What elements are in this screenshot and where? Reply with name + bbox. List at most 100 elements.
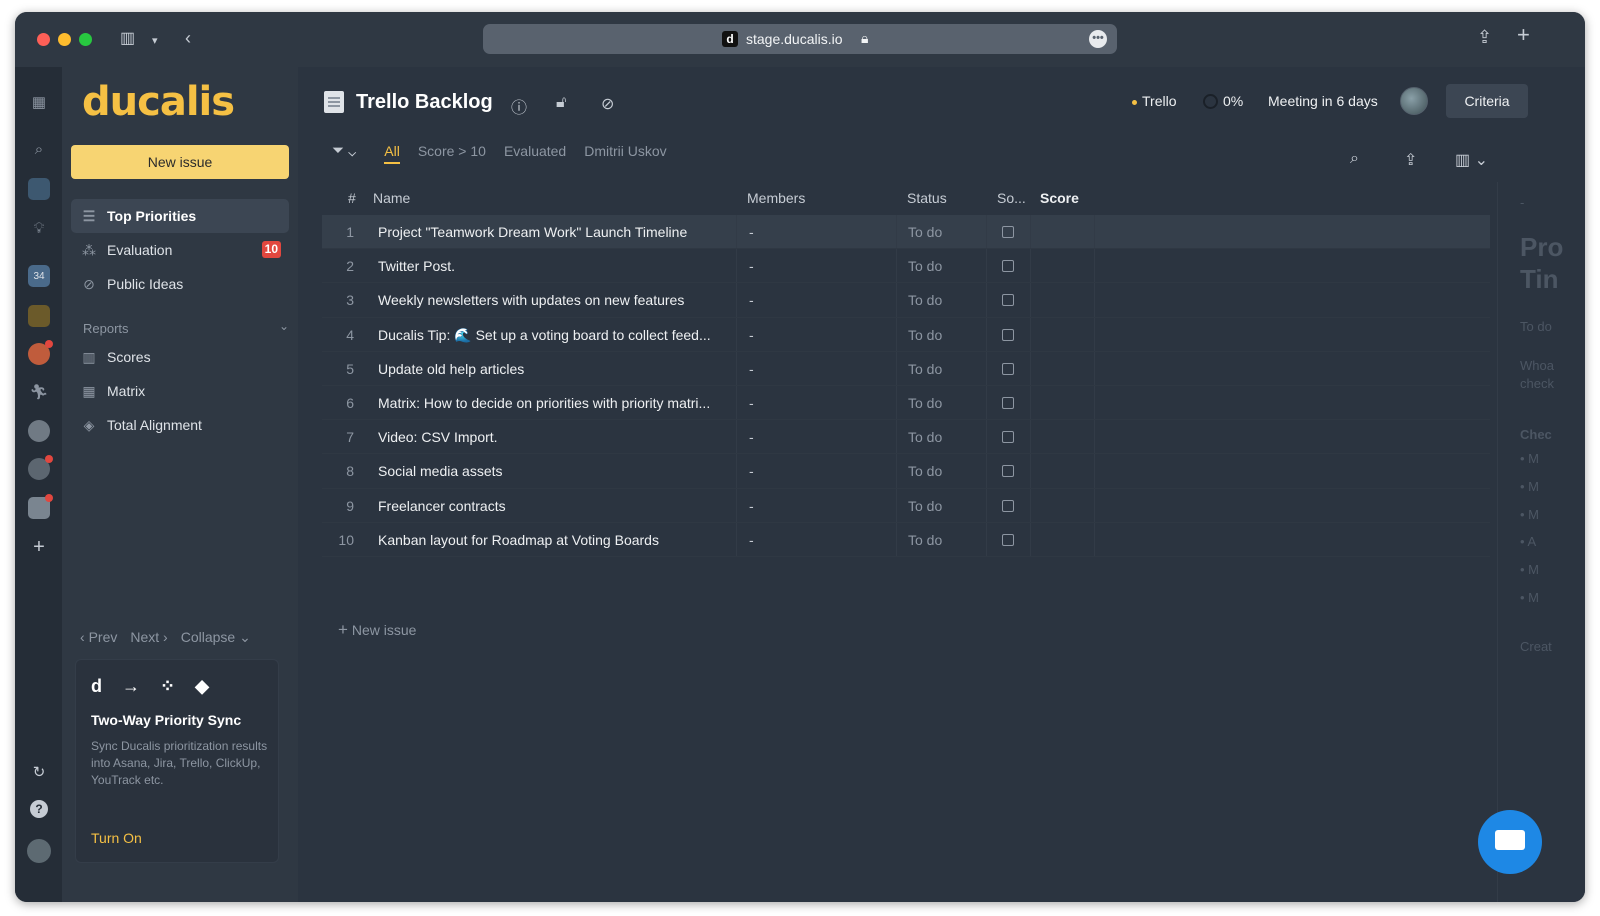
next-button[interactable]: Next › <box>130 629 167 646</box>
board-avatar-active[interactable] <box>28 494 53 519</box>
prev-button[interactable]: ‹ Prev <box>80 629 117 646</box>
issue-status[interactable]: To do <box>908 429 942 445</box>
col-status-header[interactable]: Status <box>907 190 947 206</box>
issue-members[interactable]: - <box>749 258 754 274</box>
turn-on-link[interactable]: Turn On <box>91 830 142 846</box>
chevron-down-icon[interactable]: ▾ <box>152 33 158 49</box>
issue-status[interactable]: To do <box>908 463 942 479</box>
issue-name[interactable]: Update old help articles <box>378 361 738 377</box>
issue-name[interactable]: Freelancer contracts <box>378 498 738 514</box>
issue-status[interactable]: To do <box>908 258 942 274</box>
trello-source-icon[interactable] <box>1002 431 1014 444</box>
issue-members[interactable]: - <box>749 429 754 445</box>
table-row[interactable]: 5 Update old help articles - To do <box>322 351 1490 386</box>
issue-name[interactable]: Weekly newsletters with updates on new f… <box>378 292 738 308</box>
trello-source-icon[interactable] <box>1002 533 1014 546</box>
board-avatar-3[interactable] <box>28 340 53 365</box>
issue-status[interactable]: To do <box>908 361 942 377</box>
help-icon[interactable]: ? <box>30 800 48 818</box>
back-icon[interactable]: ‹ <box>185 29 191 47</box>
board-avatar-2[interactable] <box>28 305 50 327</box>
new-tab-icon[interactable]: + <box>1517 24 1530 46</box>
criteria-button[interactable]: Criteria <box>1446 84 1528 118</box>
col-name-header[interactable]: Name <box>373 190 410 206</box>
issue-members[interactable]: - <box>749 327 754 343</box>
board-avatar-1[interactable] <box>28 178 50 200</box>
issue-members[interactable]: - <box>749 224 754 240</box>
add-board-icon[interactable]: + <box>28 536 50 558</box>
sidebar-item-evaluation[interactable]: ⁂ Evaluation 10 <box>71 233 289 267</box>
tab-dmitrii-uskov[interactable]: Dmitrii Uskov <box>584 143 666 159</box>
table-row[interactable]: 8 Social media assets - To do <box>322 454 1490 489</box>
issue-members[interactable]: - <box>749 292 754 308</box>
issue-name[interactable]: Video: CSV Import. <box>378 429 738 445</box>
issue-status[interactable]: To do <box>908 292 942 308</box>
issue-members[interactable]: - <box>749 395 754 411</box>
issue-members[interactable]: - <box>749 532 754 548</box>
tab-all[interactable]: All <box>384 143 400 164</box>
trello-source-icon[interactable] <box>1002 396 1014 409</box>
table-row[interactable]: 1 Project "Teamwork Dream Work" Launch Ti… <box>322 215 1490 250</box>
source-trello[interactable]: Trello <box>1132 93 1177 109</box>
issue-status[interactable]: To do <box>908 498 942 514</box>
col-source-header[interactable]: So... <box>997 190 1026 206</box>
sidebar-item-matrix[interactable]: ▦ Matrix <box>71 374 289 408</box>
trello-source-icon[interactable] <box>1002 465 1014 478</box>
col-score-header[interactable]: Score <box>1040 190 1079 206</box>
share-icon[interactable]: ⇪ <box>1477 28 1492 46</box>
sidebar-item-public-ideas[interactable]: ⊘ Public Ideas <box>71 267 289 301</box>
columns-toggle-icon[interactable]: ▥ ⌄ <box>1455 150 1488 170</box>
reports-section-header[interactable]: Reports ⌄ <box>83 319 289 336</box>
user-avatar[interactable] <box>27 839 51 863</box>
info-icon[interactable]: ⓘ <box>511 94 527 118</box>
minimize-window-button[interactable] <box>58 33 71 46</box>
trello-source-icon[interactable] <box>1002 226 1014 238</box>
issue-name[interactable]: Ducalis Tip: 🌊 Set up a voting board to … <box>378 327 738 344</box>
issue-status[interactable]: To do <box>908 395 942 411</box>
export-icon[interactable]: ⇪ <box>1404 150 1417 170</box>
issue-status[interactable]: To do <box>908 224 942 240</box>
lightbulb-icon[interactable]: 💡︎ <box>28 217 50 239</box>
logo[interactable]: ducalis <box>82 79 235 125</box>
issue-name[interactable]: Project "Teamwork Dream Work" Launch Tim… <box>378 224 738 240</box>
table-row[interactable]: 3 Weekly newsletters with updates on new … <box>322 283 1490 318</box>
search-icon[interactable]: ⌕ <box>1350 150 1359 168</box>
filter-icon[interactable]: ⏷ ⌄ <box>332 142 356 159</box>
tab-evaluated[interactable]: Evaluated <box>504 143 566 159</box>
new-issue-button[interactable]: New issue <box>71 145 289 179</box>
issue-members[interactable]: - <box>749 361 754 377</box>
issue-name[interactable]: Social media assets <box>378 463 738 479</box>
sync-icon[interactable]: ↻ <box>28 761 50 783</box>
trello-source-icon[interactable] <box>1002 294 1014 307</box>
meeting-info[interactable]: Meeting in 6 days <box>1268 93 1378 109</box>
col-members-header[interactable]: Members <box>747 190 805 206</box>
table-row[interactable]: 9 Freelancer contracts - To do <box>322 488 1490 523</box>
issue-name[interactable]: Kanban layout for Roadmap at Voting Boar… <box>378 532 738 548</box>
close-window-button[interactable] <box>37 33 50 46</box>
table-row[interactable]: 2 Twitter Post. - To do <box>322 249 1490 284</box>
issue-name[interactable]: Twitter Post. <box>378 258 738 274</box>
no-ideas-icon[interactable]: ⊘ <box>601 94 614 114</box>
table-row[interactable]: 10 Kanban layout for Roadmap at Voting Bo… <box>322 522 1490 557</box>
issue-name[interactable]: Matrix: How to decide on priorities with… <box>378 395 738 411</box>
table-row[interactable]: 4 Ducalis Tip: 🌊 Set up a voting board to… <box>322 317 1490 352</box>
sidebar-item-scores[interactable]: ▥ Scores <box>71 340 289 374</box>
chat-support-button[interactable] <box>1478 810 1542 874</box>
table-row[interactable]: 6 Matrix: How to decide on priorities wit… <box>322 385 1490 421</box>
issue-status[interactable]: To do <box>908 532 942 548</box>
clock-icon[interactable] <box>28 455 53 480</box>
collapse-button[interactable]: Collapse ⌄ <box>181 629 251 646</box>
issue-status[interactable]: To do <box>908 327 942 343</box>
runner-icon[interactable]: 🏃︎ <box>28 381 50 403</box>
search-icon[interactable]: ⌕ <box>28 138 50 160</box>
unlock-icon[interactable]: 🔓︎ <box>556 94 566 112</box>
trello-source-icon[interactable] <box>1002 499 1014 512</box>
table-row[interactable]: 7 Video: CSV Import. - To do <box>322 420 1490 455</box>
issue-members[interactable]: - <box>749 463 754 479</box>
sidebar-item-total-alignment[interactable]: ◈ Total Alignment <box>71 408 289 442</box>
issue-members[interactable]: - <box>749 498 754 514</box>
calendar-icon[interactable]: 34 <box>28 265 50 287</box>
trello-source-icon[interactable] <box>1002 260 1014 273</box>
board-avatar-4[interactable] <box>28 420 50 442</box>
address-bar[interactable]: d stage.ducalis.io 🔒︎ ••• <box>483 24 1117 54</box>
